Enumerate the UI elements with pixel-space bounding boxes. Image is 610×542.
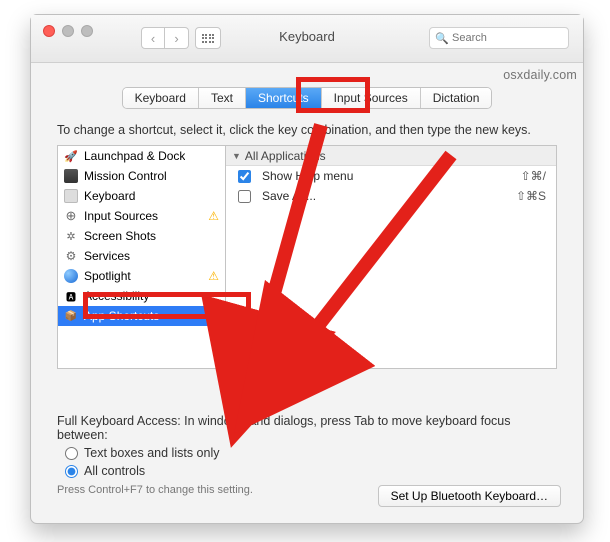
radio-text-boxes[interactable] bbox=[65, 447, 78, 460]
tab-keyboard[interactable]: Keyboard bbox=[123, 88, 199, 108]
shortcut-combo[interactable]: ⇧⌘/ bbox=[496, 169, 556, 183]
shortcut-detail: ▼All Applications Show Help menu ⇧⌘/ Sav… bbox=[226, 146, 556, 368]
show-all-button[interactable] bbox=[195, 27, 221, 49]
category-screen-shots[interactable]: Screen Shots bbox=[58, 226, 225, 246]
category-list[interactable]: Launchpad & Dock Mission Control Keyboar… bbox=[58, 146, 226, 368]
fka-intro: Full Keyboard Access: In windows and dia… bbox=[57, 414, 557, 442]
app-icon bbox=[64, 309, 78, 323]
zoom-button[interactable] bbox=[81, 25, 93, 37]
minimize-button[interactable] bbox=[62, 25, 74, 37]
shortcut-row[interactable]: Show Help menu ⇧⌘/ bbox=[226, 166, 556, 186]
keyboard-icon bbox=[64, 189, 78, 203]
tab-bar: Keyboard Text Shortcuts Input Sources Di… bbox=[31, 87, 583, 109]
bluetooth-keyboard-button[interactable]: Set Up Bluetooth Keyboard… bbox=[378, 485, 561, 507]
shortcut-label: Show Help menu bbox=[262, 169, 496, 183]
remove-button[interactable]: − bbox=[251, 368, 277, 390]
tab-input-sources[interactable]: Input Sources bbox=[322, 88, 421, 108]
fka-option-text-boxes[interactable]: Text boxes and lists only bbox=[65, 446, 557, 460]
add-remove-bar: + − bbox=[225, 368, 557, 390]
window-controls bbox=[43, 25, 93, 37]
warning-icon: ⚠︎ bbox=[208, 269, 219, 283]
forward-button[interactable]: › bbox=[165, 27, 189, 49]
category-accessibility[interactable]: Accessibility bbox=[58, 286, 225, 306]
close-button[interactable] bbox=[43, 25, 55, 37]
tab-shortcuts[interactable]: Shortcuts bbox=[246, 88, 322, 108]
warning-icon: ⚠︎ bbox=[208, 209, 219, 223]
shortcuts-split: Launchpad & Dock Mission Control Keyboar… bbox=[57, 145, 557, 369]
grid-icon bbox=[202, 34, 215, 43]
preferences-window: ‹ › Keyboard 🔍 osxdaily.com Keyboard Tex… bbox=[30, 14, 584, 524]
back-button[interactable]: ‹ bbox=[141, 27, 165, 49]
globe-icon bbox=[64, 209, 78, 223]
accessibility-icon bbox=[64, 289, 78, 303]
chevron-right-icon: › bbox=[174, 31, 178, 46]
instruction-text: To change a shortcut, select it, click t… bbox=[57, 123, 557, 137]
titlebar: ‹ › Keyboard 🔍 bbox=[31, 15, 583, 63]
category-launchpad[interactable]: Launchpad & Dock bbox=[58, 146, 225, 166]
tab-dictation[interactable]: Dictation bbox=[421, 88, 492, 108]
spotlight-icon bbox=[64, 269, 78, 283]
content: To change a shortcut, select it, click t… bbox=[31, 109, 583, 496]
minus-icon: − bbox=[259, 371, 267, 387]
watermark: osxdaily.com bbox=[503, 68, 577, 82]
nav-buttons: ‹ › bbox=[141, 27, 189, 49]
radio-all-controls[interactable] bbox=[65, 465, 78, 478]
shortcut-row[interactable]: Save As... ⇧⌘S bbox=[226, 186, 556, 206]
tab-text[interactable]: Text bbox=[199, 88, 246, 108]
category-keyboard[interactable]: Keyboard bbox=[58, 186, 225, 206]
category-input-sources[interactable]: Input Sources⚠︎ bbox=[58, 206, 225, 226]
plus-icon: + bbox=[234, 371, 242, 387]
category-services[interactable]: Services bbox=[58, 246, 225, 266]
chevron-left-icon: ‹ bbox=[151, 31, 155, 46]
shortcut-combo[interactable]: ⇧⌘S bbox=[496, 189, 556, 203]
screenshot-icon bbox=[64, 229, 78, 243]
add-button[interactable]: + bbox=[225, 368, 251, 390]
search-icon: 🔍 bbox=[435, 32, 449, 45]
shortcut-label: Save As... bbox=[262, 189, 496, 203]
group-header[interactable]: ▼All Applications bbox=[226, 146, 556, 166]
category-mission-control[interactable]: Mission Control bbox=[58, 166, 225, 186]
gear-icon bbox=[64, 249, 78, 263]
full-keyboard-access: Full Keyboard Access: In windows and dia… bbox=[57, 414, 557, 496]
mission-control-icon bbox=[64, 169, 78, 183]
disclosure-triangle-icon: ▼ bbox=[232, 151, 241, 161]
shortcut-checkbox[interactable] bbox=[238, 190, 251, 203]
category-spotlight[interactable]: Spotlight⚠︎ bbox=[58, 266, 225, 286]
search-input[interactable] bbox=[429, 27, 569, 49]
fka-option-all-controls[interactable]: All controls bbox=[65, 464, 557, 478]
category-app-shortcuts[interactable]: App Shortcuts bbox=[58, 306, 225, 326]
search-wrap: 🔍 bbox=[429, 27, 569, 49]
shortcut-rows: Show Help menu ⇧⌘/ Save As... ⇧⌘S bbox=[226, 166, 556, 368]
rocket-icon bbox=[64, 149, 78, 163]
shortcut-checkbox[interactable] bbox=[238, 170, 251, 183]
